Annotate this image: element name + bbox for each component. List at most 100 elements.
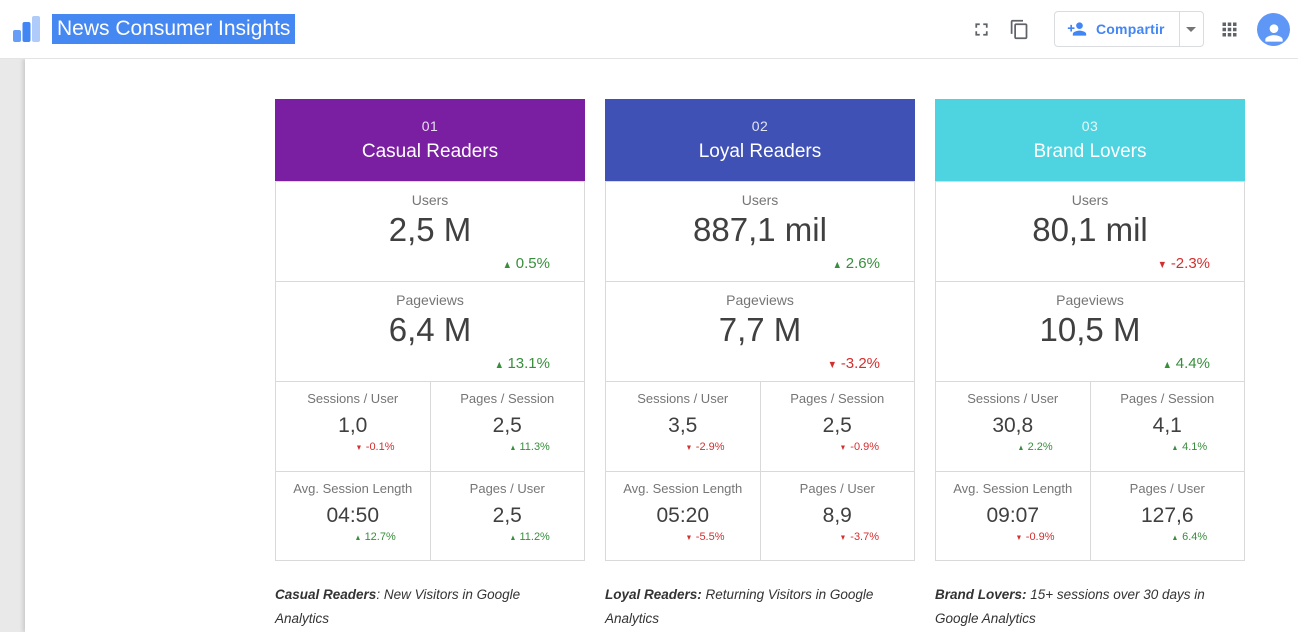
metric-label: Users <box>412 192 449 208</box>
avg-session-length-scorecard: Avg. Session Length 09:07 -0.9% <box>936 472 1090 560</box>
metric-value: 7,7 M <box>719 311 802 349</box>
share-button-label: Compartir <box>1096 21 1165 37</box>
metric-value: 80,1 mil <box>1032 211 1148 249</box>
metric-label: Sessions / User <box>307 391 398 406</box>
metric-delta: 6.4% <box>1171 531 1207 543</box>
metric-value: 2,5 M <box>389 211 472 249</box>
trend-arrow-icon <box>685 441 696 453</box>
metric-value: 3,5 <box>668 414 697 438</box>
segment-name: Brand Lovers <box>935 141 1245 163</box>
fullscreen-icon <box>971 19 992 40</box>
metric-label: Pageviews <box>1056 292 1124 308</box>
pages-per-session-scorecard: Pages / Session 2,5 11.3% <box>431 382 585 471</box>
metric-delta: 0.5% <box>502 255 550 272</box>
delta-value: -2.9% <box>696 441 725 453</box>
segment-name: Loyal Readers <box>605 141 915 163</box>
metric-value: 30,8 <box>992 414 1033 438</box>
segment-footnote: Loyal Readers: Returning Visitors in Goo… <box>605 583 897 631</box>
metric-delta: -3.7% <box>839 531 879 543</box>
metric-label: Sessions / User <box>637 391 728 406</box>
delta-value: 0.5% <box>516 255 550 272</box>
metric-delta: 12.7% <box>354 531 396 543</box>
person-icon <box>1261 20 1287 46</box>
metric-label: Pages / Session <box>460 391 554 406</box>
apps-menu-button[interactable] <box>1217 17 1241 41</box>
metric-label: Users <box>742 192 779 208</box>
metric-value: 8,9 <box>823 504 852 528</box>
avg-session-length-scorecard: Avg. Session Length 04:50 12.7% <box>276 472 430 560</box>
metric-delta: -2.9% <box>685 441 725 453</box>
segment-scorecards: Users 887,1 mil 2.6% Pageviews 7,7 M -3.… <box>605 181 915 561</box>
pageviews-scorecard: Pageviews 10,5 M 4.4% <box>936 282 1244 381</box>
metric-label: Pages / Session <box>1120 391 1214 406</box>
metric-label: Avg. Session Length <box>623 481 742 496</box>
metric-label: Avg. Session Length <box>293 481 412 496</box>
delta-value: -3.2% <box>841 355 880 372</box>
canvas-gutter <box>0 59 25 632</box>
metric-value: 2,5 <box>493 414 522 438</box>
pages-per-user-scorecard: Pages / User 127,6 6.4% <box>1091 472 1245 560</box>
share-options-dropdown[interactable] <box>1179 12 1203 46</box>
metric-delta: 2.2% <box>1017 441 1053 453</box>
trend-arrow-icon <box>1162 355 1176 372</box>
segment-header: 01 Casual Readers <box>275 99 585 181</box>
metric-delta: -0.9% <box>839 441 879 453</box>
metric-value: 4,1 <box>1153 414 1182 438</box>
metric-value: 6,4 M <box>389 311 472 349</box>
datastudio-logo-icon[interactable] <box>10 13 42 45</box>
report-title[interactable]: News Consumer Insights <box>52 14 295 44</box>
metric-value: 09:07 <box>986 504 1039 528</box>
user-avatar[interactable] <box>1257 13 1290 46</box>
copy-report-button[interactable] <box>1007 17 1031 41</box>
pages-per-session-scorecard: Pages / Session 2,5 -0.9% <box>761 382 915 471</box>
trend-arrow-icon <box>1157 255 1171 272</box>
metric-value: 04:50 <box>326 504 379 528</box>
segment-header: 02 Loyal Readers <box>605 99 915 181</box>
avg-session-length-scorecard: Avg. Session Length 05:20 -5.5% <box>606 472 760 560</box>
delta-value: 12.7% <box>365 531 396 543</box>
metric-value: 1,0 <box>338 414 367 438</box>
report-viewport: News Consumer Insights Compartir <box>0 0 1298 632</box>
sessions-per-user-scorecard: Sessions / User 30,8 2.2% <box>936 382 1090 471</box>
trend-arrow-icon <box>509 531 520 543</box>
fullscreen-button[interactable] <box>969 17 993 41</box>
segment-card-brand-lovers: 03 Brand Lovers Users 80,1 mil -2.3% Pag… <box>935 99 1245 561</box>
metric-label: Pageviews <box>396 292 464 308</box>
person-add-icon <box>1067 19 1087 39</box>
apps-grid-icon <box>1219 19 1240 40</box>
delta-value: -3.7% <box>850 531 879 543</box>
delta-value: 2.6% <box>846 255 880 272</box>
metric-delta: 11.3% <box>509 441 550 453</box>
metric-value: 10,5 M <box>1040 311 1141 349</box>
metric-label: Avg. Session Length <box>953 481 1072 496</box>
metric-label: Sessions / User <box>967 391 1058 406</box>
share-button[interactable]: Compartir <box>1055 12 1179 46</box>
trend-arrow-icon <box>1171 441 1182 453</box>
segment-number: 03 <box>935 118 1245 134</box>
segment-footnote: Brand Lovers: 15+ sessions over 30 days … <box>935 583 1227 631</box>
delta-value: 2.2% <box>1028 441 1053 453</box>
trend-arrow-icon <box>509 441 520 453</box>
metric-delta: 4.4% <box>1162 355 1210 372</box>
footnote-term: Casual Readers <box>275 587 376 602</box>
trend-arrow-icon <box>1015 531 1026 543</box>
metric-delta: 2.6% <box>832 255 880 272</box>
segment-header: 03 Brand Lovers <box>935 99 1245 181</box>
trend-arrow-icon <box>354 531 365 543</box>
segment-scorecards: Users 80,1 mil -2.3% Pageviews 10,5 M 4.… <box>935 181 1245 561</box>
metric-label: Pageviews <box>726 292 794 308</box>
metric-delta: -0.9% <box>1015 531 1055 543</box>
users-scorecard: Users 887,1 mil 2.6% <box>606 182 914 281</box>
metric-delta: 11.2% <box>509 531 550 543</box>
share-button-group: Compartir <box>1054 11 1204 47</box>
trend-arrow-icon <box>1017 441 1028 453</box>
segment-footnote: Casual Readers: New Visitors in Google A… <box>275 583 567 631</box>
metric-label: Users <box>1072 192 1109 208</box>
metric-delta: 4.1% <box>1171 441 1207 453</box>
trend-arrow-icon <box>494 355 508 372</box>
segment-card-loyal-readers: 02 Loyal Readers Users 887,1 mil 2.6% Pa… <box>605 99 915 561</box>
metric-value: 2,5 <box>493 504 522 528</box>
metric-label: Pages / Session <box>790 391 884 406</box>
metric-value: 2,5 <box>823 414 852 438</box>
app-bar: News Consumer Insights Compartir <box>0 0 1298 59</box>
